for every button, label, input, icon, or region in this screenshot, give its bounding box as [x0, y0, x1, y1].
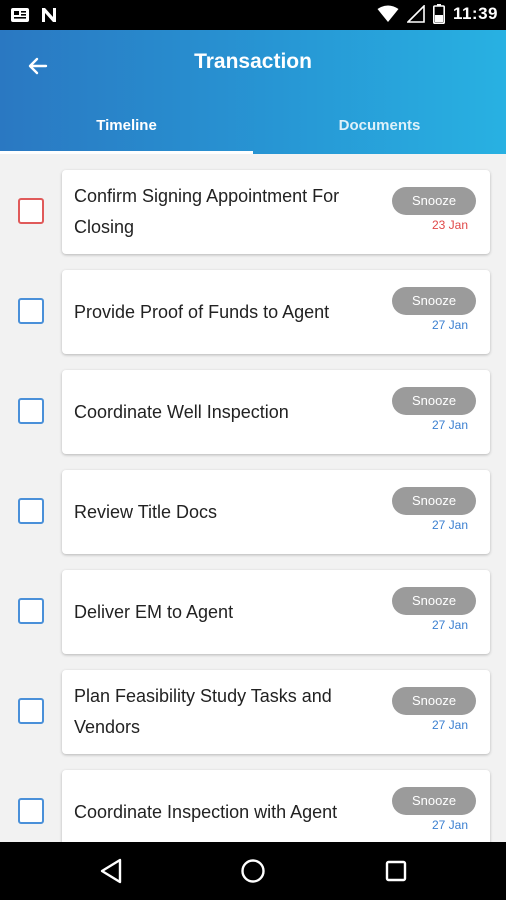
task-checkbox[interactable] — [18, 698, 44, 724]
tab-documents[interactable]: Documents — [253, 112, 506, 154]
due-date: 27 Jan — [431, 618, 468, 632]
due-date: 27 Jan — [431, 418, 468, 432]
system-nav-bar — [0, 842, 506, 900]
task-row: Coordinate Well Inspection Snooze 27 Jan — [0, 368, 506, 454]
notification-card-icon — [11, 8, 29, 22]
wifi-icon — [377, 5, 399, 22]
task-checkbox[interactable] — [18, 598, 44, 624]
task-checkbox[interactable] — [18, 198, 44, 224]
app-bar: Transaction Timeline Documents — [0, 30, 506, 154]
task-row: Deliver EM to Agent Snooze 27 Jan — [0, 568, 506, 654]
task-title: Coordinate Inspection with Agent — [74, 801, 338, 822]
due-date: 23 Jan — [431, 218, 468, 232]
status-bar: 11:39 — [0, 0, 506, 30]
n-app-icon — [42, 8, 56, 22]
status-time: 11:39 — [452, 4, 498, 23]
task-title: Plan Feasibility Study Tasks and Vendors — [74, 686, 332, 737]
page-title: Transaction — [194, 50, 312, 73]
task-card[interactable]: Coordinate Inspection with Agent Snooze … — [62, 770, 490, 842]
due-date: 27 Jan — [431, 318, 468, 332]
task-row: Confirm Signing Appointment For Closing … — [0, 168, 506, 254]
due-date: 27 Jan — [431, 818, 468, 832]
task-list[interactable]: Confirm Signing Appointment For Closing … — [0, 154, 506, 842]
task-card[interactable]: Provide Proof of Funds to Agent Snooze 2… — [62, 270, 490, 354]
task-row: Review Title Docs Snooze 27 Jan — [0, 468, 506, 554]
task-checkbox[interactable] — [18, 798, 44, 824]
snooze-button[interactable]: Snooze — [392, 487, 476, 515]
due-date: 27 Jan — [431, 718, 468, 732]
task-title: Provide Proof of Funds to Agent — [74, 301, 330, 322]
snooze-button[interactable]: Snooze — [392, 687, 476, 715]
task-row: Coordinate Inspection with Agent Snooze … — [0, 768, 506, 842]
task-checkbox[interactable] — [18, 398, 44, 424]
task-title: Deliver EM to Agent — [74, 601, 234, 622]
battery-icon — [432, 4, 445, 24]
snooze-button[interactable]: Snooze — [392, 287, 476, 315]
task-row: Plan Feasibility Study Tasks and Vendors… — [0, 668, 506, 754]
task-checkbox[interactable] — [18, 498, 44, 524]
snooze-button[interactable]: Snooze — [392, 787, 476, 815]
task-card[interactable]: Confirm Signing Appointment For Closing … — [62, 170, 490, 254]
task-row: Provide Proof of Funds to Agent Snooze 2… — [0, 268, 506, 354]
task-checkbox[interactable] — [18, 298, 44, 324]
task-title: Coordinate Well Inspection — [74, 401, 289, 422]
task-card[interactable]: Coordinate Well Inspection Snooze 27 Jan — [62, 370, 490, 454]
due-date: 27 Jan — [431, 518, 468, 532]
nav-home-icon[interactable] — [238, 856, 268, 886]
task-card[interactable]: Review Title Docs Snooze 27 Jan — [62, 470, 490, 554]
task-card[interactable]: Deliver EM to Agent Snooze 27 Jan — [62, 570, 490, 654]
nav-back-icon[interactable] — [96, 856, 126, 886]
snooze-button[interactable]: Snooze — [392, 187, 476, 215]
snooze-button[interactable]: Snooze — [392, 387, 476, 415]
tab-bar: Timeline Documents — [0, 112, 506, 154]
tab-timeline[interactable]: Timeline — [0, 112, 253, 154]
task-title: Confirm Signing Appointment For Closing — [74, 186, 340, 237]
signal-icon — [406, 5, 425, 23]
task-title: Review Title Docs — [74, 501, 218, 522]
snooze-button[interactable]: Snooze — [392, 587, 476, 615]
nav-recents-icon[interactable] — [381, 856, 411, 886]
task-card[interactable]: Plan Feasibility Study Tasks and Vendors… — [62, 670, 490, 754]
